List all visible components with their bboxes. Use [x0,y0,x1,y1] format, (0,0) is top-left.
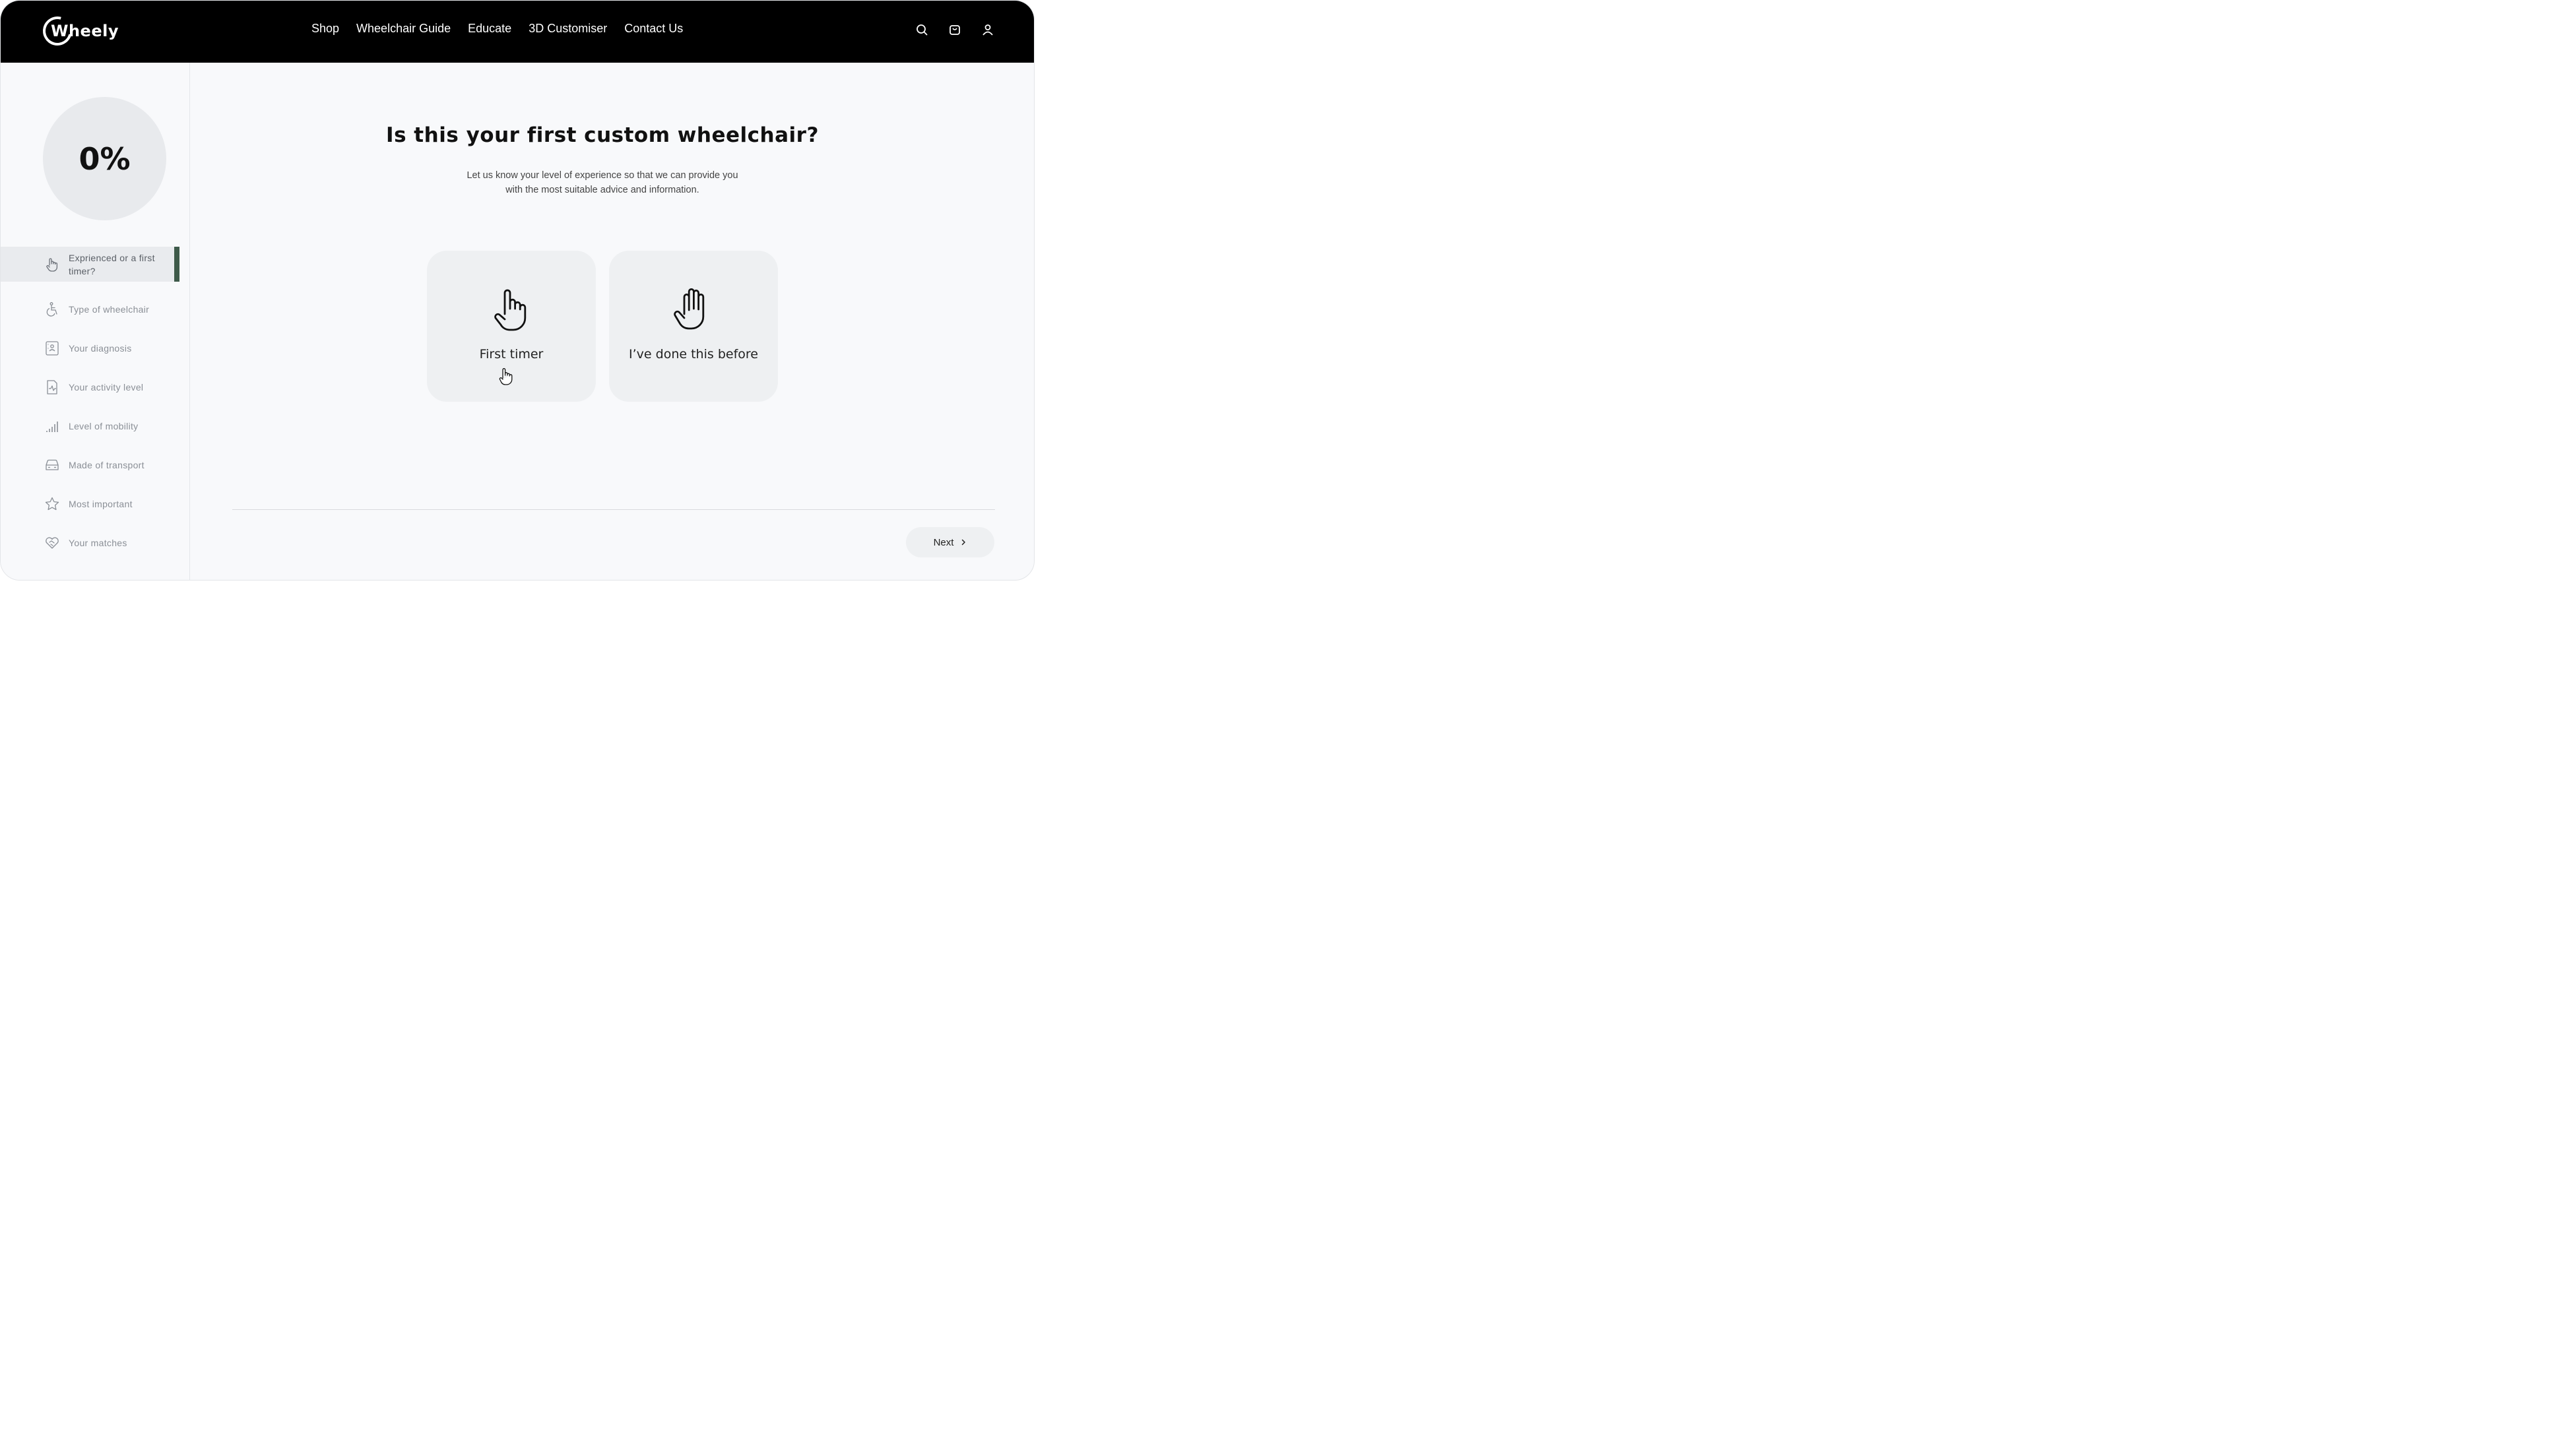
logo-text: Wheely [51,22,119,40]
question-panel: Is this your first custom wheelchair? Le… [191,63,1034,580]
option-label: First timer [479,347,544,362]
signal-bars-icon [46,421,58,432]
heart-handshake-icon [46,536,59,549]
nav-link-wheelchair-guide[interactable]: Wheelchair Guide [356,22,451,36]
step-label: Your activity level [69,381,144,393]
step-list: Exprienced or a first timer? Type of whe… [1,247,190,562]
option-label: I’ve done this before [629,347,758,362]
clipboard-icon [46,340,59,356]
question-title: Is this your first custom wheelchair? [386,123,819,147]
step-your-matches[interactable]: Your matches [1,523,190,562]
step-label: Level of mobility [69,420,139,431]
car-icon [46,459,59,470]
wheelchair-icon [46,301,57,317]
footer-divider [232,509,995,510]
user-icon[interactable] [981,23,994,36]
step-label: Exprienced or a first timer? [69,252,155,276]
header-actions [915,23,994,36]
step-transport[interactable]: Made of transport [1,445,190,484]
step-mobility[interactable]: Level of mobility [1,406,190,445]
option-done-before[interactable]: I’ve done this before [609,251,778,402]
nav-link-contact-us[interactable]: Contact Us [624,22,683,36]
app-window: Wheely Shop Wheelchair Guide Educate 3D … [0,0,1035,581]
progress-sidebar: 0% Exprienced or a first timer? Type of … [1,63,190,580]
next-button[interactable]: Next [906,527,994,557]
step-activity-level[interactable]: Your activity level [1,367,190,406]
search-icon[interactable] [915,23,928,36]
mouse-pointer-hand-icon [499,368,513,385]
step-most-important[interactable]: Most important [1,484,190,523]
nav-link-shop[interactable]: Shop [311,22,339,36]
hand-pointer-icon [46,257,58,272]
chevron-right-icon [962,539,966,546]
pointing-hand-icon [494,289,527,331]
step-label: Type of wheelchair [69,303,150,315]
subtitle-line-1: Let us know your level of experience so … [467,170,738,181]
next-button-label: Next [933,536,954,548]
step-label: Your matches [69,537,127,548]
activity-icon [47,379,57,394]
subtitle-line-2: with the most suitable advice and inform… [505,185,699,195]
open-hand-icon [674,288,705,330]
step-wheelchair-type[interactable]: Type of wheelchair [1,290,190,329]
step-experience[interactable]: Exprienced or a first timer? [1,247,179,282]
question-subtitle: Let us know your level of experience so … [437,168,767,197]
progress-indicator: 0% [43,97,166,220]
nav-link-educate[interactable]: Educate [468,22,511,36]
cart-icon[interactable] [948,23,961,36]
progress-percent: 0% [79,141,131,177]
step-label: Most important [69,498,133,509]
step-diagnosis[interactable]: Your diagnosis [1,329,190,367]
star-icon [45,497,59,510]
step-label: Your diagnosis [69,342,132,354]
nav-link-3d-customiser[interactable]: 3D Customiser [529,22,607,36]
main-nav: Shop Wheelchair Guide Educate 3D Customi… [311,22,700,36]
wheely-logo[interactable]: Wheely [37,11,119,51]
top-navigation-bar: Wheely Shop Wheelchair Guide Educate 3D … [1,1,1034,63]
step-label: Made of transport [69,459,145,470]
